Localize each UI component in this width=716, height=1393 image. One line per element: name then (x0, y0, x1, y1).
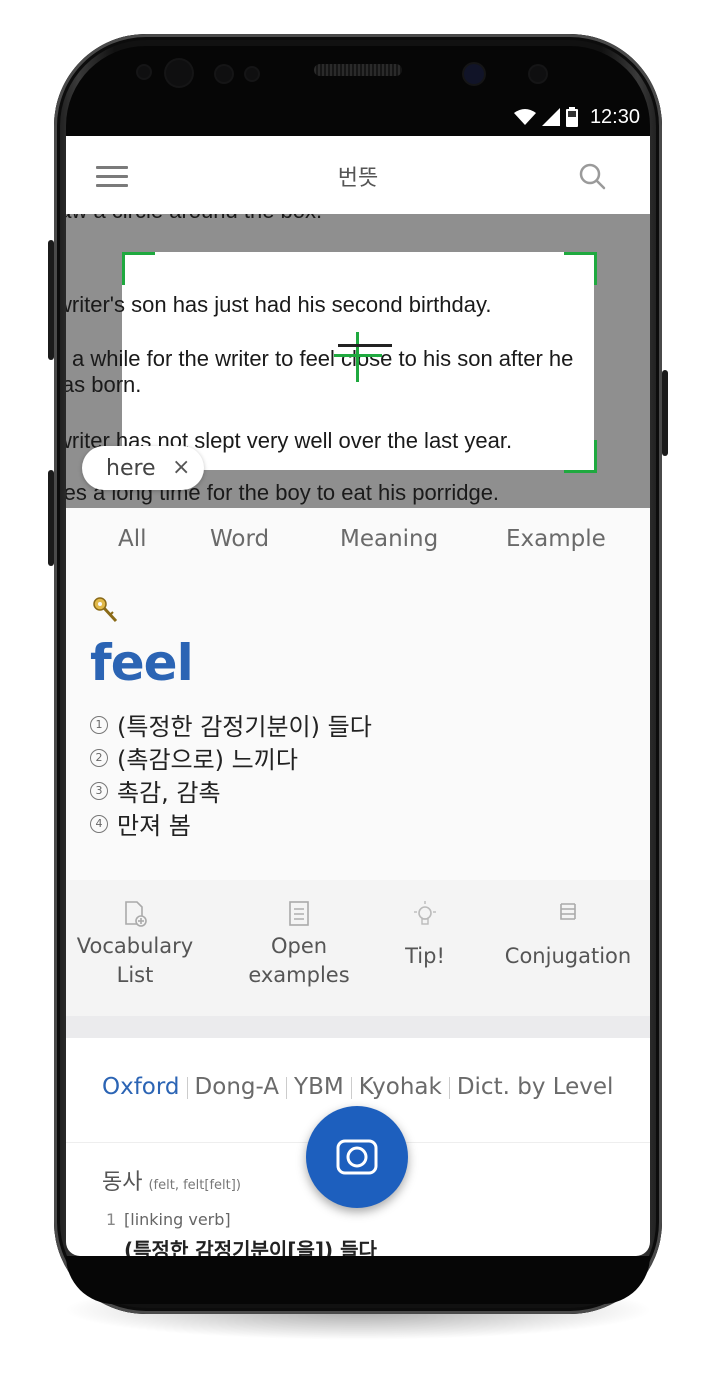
action-label: List (116, 963, 154, 987)
battery-icon (565, 107, 578, 127)
part-of-speech: 동사 (felt, felt[felt]) (102, 1164, 241, 1196)
action-bar: Vocabulary List Open examples Tip! Conju… (66, 880, 650, 1016)
dictionary-tabs: Oxford Dong-A YBM Kyohak Dict. by Level (102, 1074, 613, 1100)
camera-icon (336, 1139, 378, 1175)
add-document-icon (125, 901, 147, 927)
dict-tab-kyohak[interactable]: Kyohak (359, 1074, 442, 1100)
strike-line (338, 344, 392, 347)
flash-sensor-icon (530, 66, 546, 82)
action-label: Conjugation (504, 944, 632, 968)
recognized-word-chip[interactable]: here × (82, 446, 204, 490)
bottom-bezel (66, 1256, 650, 1304)
meaning-item: 1 (특정한 감정기분이) 들다 (90, 708, 372, 741)
pos-label: 동사 (102, 1170, 143, 1195)
notepad-icon (289, 901, 309, 926)
meaning-number: 2 (90, 748, 108, 767)
key-icon[interactable] (92, 596, 118, 624)
conjugation-button[interactable]: Conjugation (498, 900, 638, 971)
vocabulary-list-button[interactable]: Vocabulary List (72, 900, 198, 990)
word-card: feel 1 (특정한 감정기분이) 들다 2 (촉감으로) 느끼다 3 촉감, 감촉… (66, 572, 650, 880)
earpiece-speaker (314, 64, 402, 76)
verb-forms: (felt, felt[felt]) (148, 1178, 241, 1193)
scan-corner (564, 252, 597, 285)
meaning-number: 3 (90, 781, 108, 800)
volume-button (48, 240, 54, 360)
meaning-text: (특정한 감정기분이) 들다 (117, 713, 372, 741)
meaning-text: 촉감, 감촉 (117, 779, 221, 807)
scan-corner (122, 252, 155, 285)
lightbulb-icon (414, 901, 436, 925)
dict-tab-ybm[interactable]: YBM (294, 1074, 344, 1100)
status-time: 12:30 (589, 105, 640, 128)
search-icon[interactable] (578, 162, 606, 190)
bixby-button (48, 470, 54, 566)
light-sensor-icon (246, 68, 258, 80)
front-sensor-icon (166, 60, 192, 86)
headword: feel (90, 634, 194, 692)
open-examples-button[interactable]: Open examples (242, 900, 356, 990)
wifi-icon (513, 109, 536, 125)
close-icon[interactable]: × (172, 455, 190, 480)
result-tabs: All Word Meaning Example (66, 508, 650, 573)
front-camera-icon (464, 64, 484, 84)
proximity-sensor-icon (216, 66, 232, 82)
meaning-number: 1 (90, 715, 108, 734)
tab-example[interactable]: Example (506, 526, 606, 552)
iris-sensor-icon (138, 66, 150, 78)
meaning-text: (촉감으로) 느끼다 (117, 746, 298, 774)
action-label: Tip! (405, 944, 445, 968)
meaning-item: 3 촉감, 감촉 (90, 774, 372, 807)
app-title: 번뜻 (337, 166, 379, 191)
action-label: Vocabulary (76, 934, 194, 958)
dict-tab-level[interactable]: Dict. by Level (457, 1074, 614, 1100)
camera-text-line: Draw a circle around the box. (66, 214, 322, 224)
meaning-list: 1 (특정한 감정기분이) 들다 2 (촉감으로) 느끼다 3 촉감, 감촉 4 만져 … (90, 708, 372, 840)
signal-icon (541, 108, 560, 126)
meaning-text: 만져 봄 (117, 812, 191, 840)
camera-button[interactable] (306, 1106, 408, 1208)
camera-text-line: The writer's son has just had his second… (66, 292, 492, 317)
meaning-number: 4 (90, 814, 108, 833)
camera-text-line: It took a while for the writer to feel c… (66, 346, 574, 371)
meaning-item: 4 만져 봄 (90, 807, 372, 840)
camera-text-line: was born. (66, 372, 142, 397)
status-bar: 12:30 (480, 104, 640, 130)
tab-all[interactable]: All (118, 526, 147, 552)
sense-type: [linking verb] (124, 1210, 231, 1229)
chip-label: here (106, 455, 156, 481)
dict-tab-donga[interactable]: Dong-A (195, 1074, 280, 1100)
sense-number: 1 (106, 1210, 117, 1229)
tip-button[interactable]: Tip! (388, 900, 462, 971)
meaning-item: 2 (촉감으로) 느끼다 (90, 741, 372, 774)
scan-corner (564, 440, 597, 473)
dict-tab-oxford[interactable]: Oxford (102, 1074, 180, 1100)
app-bar: 번뜻 (66, 136, 650, 214)
crosshair-vertical (356, 332, 359, 382)
section-divider (66, 1016, 650, 1038)
sense-definition: (특정한 감정기분이[을]) 들다 (124, 1238, 377, 1256)
power-button (662, 370, 668, 456)
tab-meaning[interactable]: Meaning (340, 526, 438, 552)
action-label: examples (248, 963, 350, 987)
stack-icon (560, 903, 576, 920)
action-label: Open (270, 934, 328, 958)
app-screen: 번뜻 Draw a circle around the box. The wri… (66, 136, 650, 1256)
tab-word[interactable]: Word (210, 526, 269, 552)
